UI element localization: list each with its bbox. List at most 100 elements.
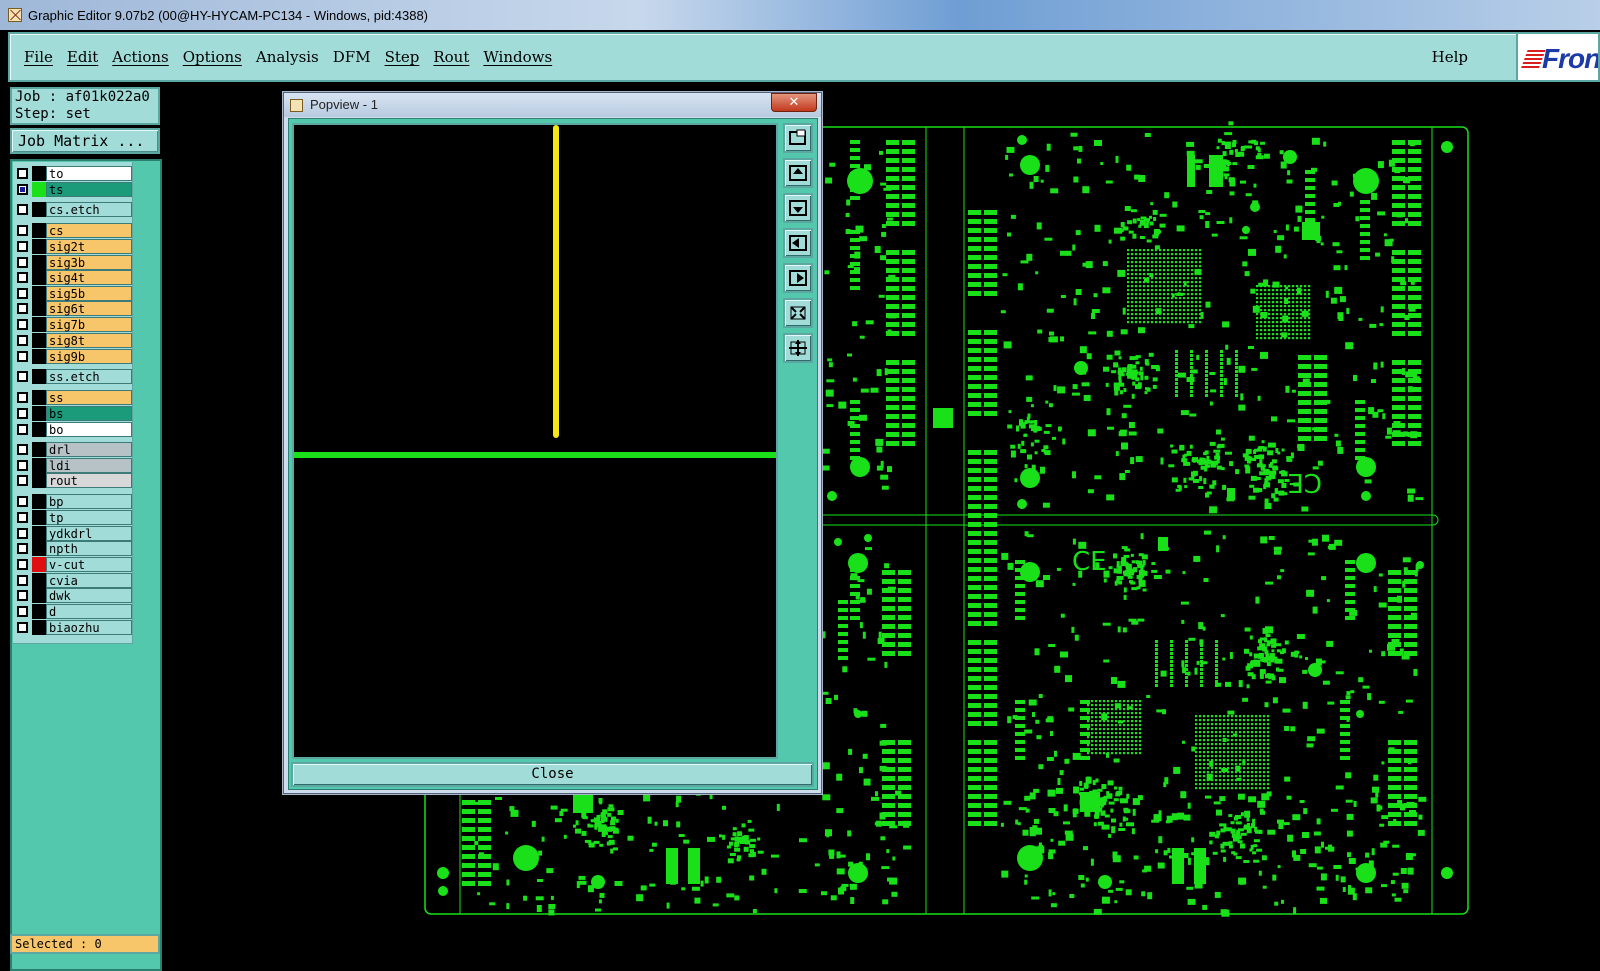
layer-row-d[interactable]: d [15, 604, 132, 619]
zoom-window-icon[interactable] [783, 123, 813, 153]
layer-color-swatch[interactable] [32, 494, 46, 509]
layer-checkbox[interactable] [17, 559, 28, 570]
layer-checkbox[interactable] [17, 622, 28, 633]
layer-color-swatch[interactable] [32, 239, 46, 254]
layer-color-swatch[interactable] [32, 301, 46, 316]
layer-name[interactable]: sig6t [46, 301, 132, 316]
layer-name[interactable]: sig2t [46, 239, 132, 254]
menu-help[interactable]: Help [1432, 48, 1468, 66]
layer-row-bs[interactable]: bs [15, 406, 132, 421]
layer-color-swatch[interactable] [32, 333, 46, 348]
layer-checkbox[interactable] [17, 351, 28, 362]
menu-rout[interactable]: Rout [433, 48, 469, 66]
layer-checkbox[interactable] [17, 225, 28, 236]
layer-row-cs.etch[interactable]: cs.etch [15, 202, 132, 217]
popview-titlebar[interactable]: Popview - 1 ✕ [284, 93, 821, 117]
layer-checkbox[interactable] [17, 528, 28, 539]
layer-name[interactable]: bo [46, 422, 132, 437]
layer-name[interactable]: biaozhu [46, 620, 132, 635]
layer-row-dwk[interactable]: dwk [15, 588, 132, 603]
layer-name[interactable]: sig5b [46, 286, 132, 301]
pan-right-icon[interactable] [783, 263, 813, 293]
layer-name[interactable]: to [46, 166, 132, 181]
job-matrix-button[interactable]: Job Matrix ... [10, 128, 160, 154]
layer-color-swatch[interactable] [32, 588, 46, 603]
layer-row-npth[interactable]: npth [15, 541, 132, 556]
layer-row-ydkdrl[interactable]: ydkdrl [15, 526, 132, 541]
layer-checkbox[interactable] [17, 424, 28, 435]
menu-step[interactable]: Step [385, 48, 420, 66]
layer-color-swatch[interactable] [32, 526, 46, 541]
layer-checkbox[interactable] [17, 606, 28, 617]
layer-row-sig4t[interactable]: sig4t [15, 270, 132, 285]
layer-checkbox[interactable] [17, 392, 28, 403]
layer-color-swatch[interactable] [32, 442, 46, 457]
layer-checkbox[interactable] [17, 303, 28, 314]
layer-color-swatch[interactable] [32, 317, 46, 332]
layer-color-swatch[interactable] [32, 573, 46, 588]
layer-color-swatch[interactable] [32, 166, 46, 181]
layer-row-sig7b[interactable]: sig7b [15, 317, 132, 332]
popview-close-button[interactable]: Close [291, 762, 814, 787]
pan-down-icon[interactable] [783, 193, 813, 223]
layer-checkbox[interactable] [17, 241, 28, 252]
layer-checkbox[interactable] [17, 257, 28, 268]
layer-row-cvia[interactable]: cvia [15, 573, 132, 588]
layer-row-ldi[interactable]: ldi [15, 458, 132, 473]
layer-color-swatch[interactable] [32, 202, 46, 217]
layer-color-swatch[interactable] [32, 270, 46, 285]
layer-color-swatch[interactable] [32, 390, 46, 405]
layer-color-swatch[interactable] [32, 557, 46, 572]
layer-row-rout[interactable]: rout [15, 473, 132, 488]
layer-color-swatch[interactable] [32, 406, 46, 421]
layer-name[interactable]: tp [46, 510, 132, 525]
menu-actions[interactable]: Actions [112, 48, 168, 66]
layer-row-v-cut[interactable]: v-cut [15, 557, 132, 572]
layer-checkbox[interactable] [17, 496, 28, 507]
layer-color-swatch[interactable] [32, 369, 46, 384]
layer-color-swatch[interactable] [32, 255, 46, 270]
layer-row-ss.etch[interactable]: ss.etch [15, 369, 132, 384]
layer-row-bp[interactable]: bp [15, 494, 132, 509]
layer-name[interactable]: ts [46, 182, 132, 197]
layer-color-swatch[interactable] [32, 422, 46, 437]
layer-checkbox[interactable] [17, 272, 28, 283]
layer-color-swatch[interactable] [32, 510, 46, 525]
layer-checkbox[interactable] [17, 575, 28, 586]
layer-checkbox[interactable] [17, 168, 28, 179]
layer-color-swatch[interactable] [32, 458, 46, 473]
layer-color-swatch[interactable] [32, 182, 46, 197]
layer-color-swatch[interactable] [32, 604, 46, 619]
layer-color-swatch[interactable] [32, 620, 46, 635]
layer-row-sig8t[interactable]: sig8t [15, 333, 132, 348]
pan-up-icon[interactable] [783, 158, 813, 188]
layer-name[interactable]: rout [46, 473, 132, 488]
layer-row-tp[interactable]: tp [15, 510, 132, 525]
layer-name[interactable]: bs [46, 406, 132, 421]
layer-name[interactable]: d [46, 604, 132, 619]
layer-checkbox[interactable] [17, 408, 28, 419]
layer-row-cs[interactable]: cs [15, 223, 132, 238]
layer-name[interactable]: ss [46, 390, 132, 405]
layer-row-sig6t[interactable]: sig6t [15, 301, 132, 316]
layer-checkbox[interactable] [17, 371, 28, 382]
layer-name[interactable]: sig7b [46, 317, 132, 332]
layer-row-ts[interactable]: ts [15, 182, 132, 197]
layer-checkbox[interactable] [17, 204, 28, 215]
layer-color-swatch[interactable] [32, 541, 46, 556]
layer-checkbox[interactable] [17, 288, 28, 299]
layer-name[interactable]: sig9b [46, 349, 132, 364]
layer-checkbox[interactable] [17, 475, 28, 486]
layer-name[interactable]: cs.etch [46, 202, 132, 217]
layer-name[interactable]: cs [46, 223, 132, 238]
layer-name[interactable]: sig8t [46, 333, 132, 348]
layer-color-swatch[interactable] [32, 473, 46, 488]
layer-name[interactable]: sig4t [46, 270, 132, 285]
layer-checkbox[interactable] [17, 444, 28, 455]
layer-row-biaozhu[interactable]: biaozhu [15, 620, 132, 635]
zoom-home-icon[interactable] [783, 333, 813, 363]
layer-name[interactable]: v-cut [46, 557, 132, 572]
layer-name[interactable]: ydkdrl [46, 526, 132, 541]
layer-name[interactable]: ldi [46, 458, 132, 473]
layer-name[interactable]: ss.etch [46, 369, 132, 384]
